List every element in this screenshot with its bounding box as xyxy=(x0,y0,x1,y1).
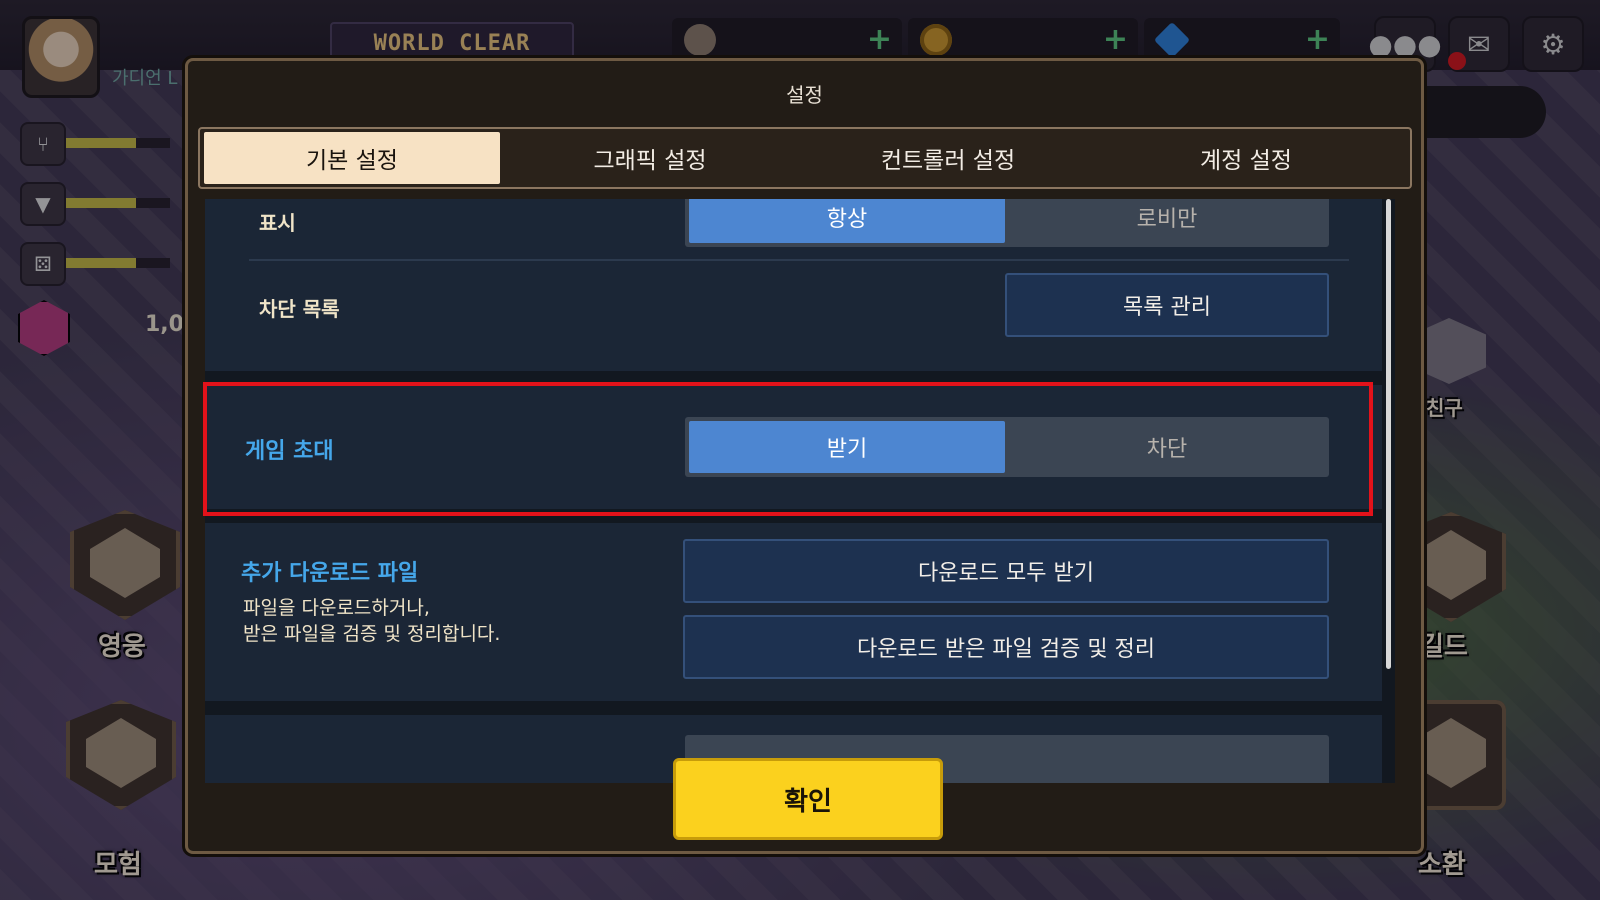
manage-list-button[interactable]: 목록 관리 xyxy=(1005,273,1329,337)
modal-title: 설정 xyxy=(786,83,823,107)
tab-account-settings[interactable]: 계정 설정 xyxy=(1098,132,1394,184)
scrollbar[interactable] xyxy=(1386,199,1391,669)
extra-download-description: 파일을 다운로드하거나, 받은 파일을 검증 및 정리합니다. xyxy=(243,595,500,647)
download-all-button[interactable]: 다운로드 모두 받기 xyxy=(683,539,1329,603)
display-option-always[interactable]: 항상 xyxy=(689,199,1005,243)
game-invite-panel: 게임 초대 받기 차단 xyxy=(205,385,1382,509)
description-line-2: 받은 파일을 검증 및 정리합니다. xyxy=(243,623,501,645)
invite-option-accept[interactable]: 받기 xyxy=(689,421,1005,473)
settings-modal: 설정 기본 설정 그래픽 설정 컨트롤러 설정 계정 설정 표시 항상 로비만 … xyxy=(185,58,1424,854)
display-option-lobby-only[interactable]: 로비만 xyxy=(1009,199,1325,243)
extra-download-panel: 추가 다운로드 파일 파일을 다운로드하거나, 받은 파일을 검증 및 정리합니… xyxy=(205,523,1382,701)
divider xyxy=(249,259,1349,261)
description-line-1: 파일을 다운로드하거나, xyxy=(243,597,430,619)
confirm-button[interactable]: 확인 xyxy=(673,758,943,840)
invite-option-block[interactable]: 차단 xyxy=(1009,421,1325,473)
tab-controller-settings[interactable]: 컨트롤러 설정 xyxy=(800,132,1096,184)
settings-tabs: 기본 설정 그래픽 설정 컨트롤러 설정 계정 설정 xyxy=(198,127,1412,189)
display-label: 표시 xyxy=(259,211,296,235)
verify-files-button[interactable]: 다운로드 받은 파일 검증 및 정리 xyxy=(683,615,1329,679)
tab-graphic-settings[interactable]: 그래픽 설정 xyxy=(502,132,798,184)
display-panel: 표시 항상 로비만 차단 목록 목록 관리 xyxy=(205,199,1382,371)
game-invite-label: 게임 초대 xyxy=(245,439,334,464)
display-toggle: 항상 로비만 xyxy=(685,199,1329,247)
extra-download-label: 추가 다운로드 파일 xyxy=(241,561,419,586)
tab-basic-settings[interactable]: 기본 설정 xyxy=(204,132,500,184)
block-list-label: 차단 목록 xyxy=(259,297,340,321)
game-invite-toggle: 받기 차단 xyxy=(685,417,1329,477)
settings-scroll-area[interactable]: 표시 항상 로비만 차단 목록 목록 관리 게임 초대 받기 차단 추가 다운로… xyxy=(205,199,1395,783)
